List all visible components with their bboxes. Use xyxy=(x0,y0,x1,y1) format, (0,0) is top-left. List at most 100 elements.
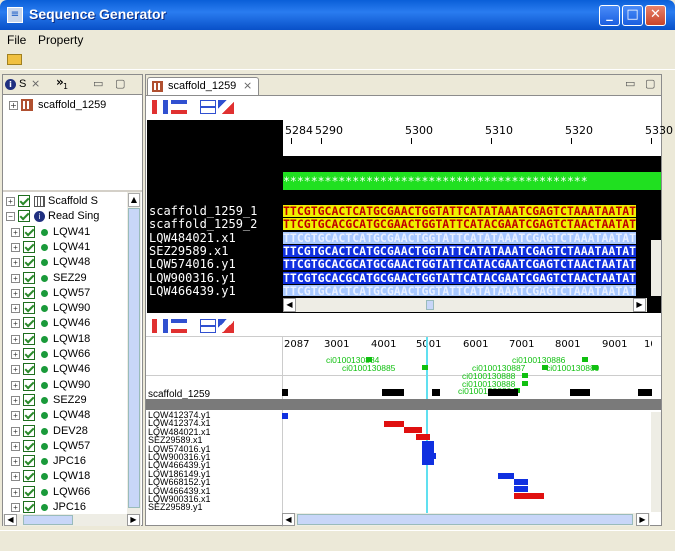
checkbox[interactable] xyxy=(23,424,35,437)
read-bar[interactable] xyxy=(384,421,404,427)
expand-icon[interactable]: + xyxy=(11,288,20,298)
maximize-button[interactable]: □ xyxy=(622,5,643,26)
sequence-row[interactable]: TTCGTGCACTCATGCGAACTGGTATTCATATAAATCGAGT… xyxy=(283,244,637,257)
sequence-name[interactable]: scaffold_1259_1 xyxy=(149,204,257,218)
scroll-right-icon[interactable]: ▶ xyxy=(636,513,649,526)
checkbox[interactable] xyxy=(23,363,35,376)
checkbox[interactable] xyxy=(18,210,30,223)
checkbox[interactable] xyxy=(23,348,35,360)
checkbox[interactable] xyxy=(23,393,35,406)
open-folder-icon[interactable] xyxy=(7,54,22,65)
expand-icon[interactable]: + xyxy=(11,441,20,451)
expand-icon[interactable]: + xyxy=(11,365,20,375)
checkbox[interactable] xyxy=(23,470,35,483)
left-tab-label[interactable]: S xyxy=(19,78,26,90)
sequence-name[interactable]: scaffold_1259_2 xyxy=(149,217,257,231)
align-hscrollbar[interactable]: ◀ ▶ xyxy=(283,298,647,312)
checkbox[interactable] xyxy=(18,195,30,207)
maximize-editor-icon[interactable]: ▢ xyxy=(645,77,655,90)
checkbox[interactable] xyxy=(23,302,35,315)
read-bar[interactable] xyxy=(404,427,422,433)
tab-scaffold[interactable]: scaffold_1259 ⨯ xyxy=(147,77,259,95)
read-bar[interactable] xyxy=(282,413,288,419)
minimize-button[interactable]: _ xyxy=(599,5,620,26)
sequence-row[interactable]: TTCGTGCACGCATGCGAACTGGTATTCATACGAATCGAGT… xyxy=(283,218,637,231)
expand-icon[interactable]: + xyxy=(11,503,20,512)
tab-close-icon[interactable]: ⨯ xyxy=(243,79,252,92)
expand-icon[interactable]: − xyxy=(6,212,15,222)
expand-icon[interactable]: + xyxy=(11,227,20,237)
expand-icon[interactable]: + xyxy=(11,319,20,329)
align-both-icon[interactable] xyxy=(171,319,187,333)
maximize-view-icon[interactable]: ▢ xyxy=(115,77,125,90)
scroll-left-icon[interactable]: ◀ xyxy=(283,298,296,312)
tree-row[interactable]: + JPC16 xyxy=(3,500,127,514)
sequence-row[interactable]: TTCGTGCACGCATGCGAACTGGTATTCATACGAATCGAGT… xyxy=(283,271,637,284)
sequence-row[interactable]: TTCGTGCACTCATGCGAACTGGTATTCATATAAATCGAGT… xyxy=(283,284,637,296)
scroll-left-icon[interactable]: ◀ xyxy=(282,513,295,526)
tree-hscrollbar[interactable]: ◀ ▶ xyxy=(3,514,141,526)
read-bar[interactable] xyxy=(514,486,528,492)
overview-hscrollbar[interactable]: ◀ ▶ xyxy=(282,513,650,526)
position-cursor[interactable] xyxy=(426,337,428,513)
expand-icon[interactable]: + xyxy=(11,426,20,436)
checkbox[interactable] xyxy=(23,409,35,422)
checkbox[interactable] xyxy=(23,439,35,452)
expand-icon[interactable]: + xyxy=(11,334,20,344)
checkbox[interactable] xyxy=(23,317,35,330)
minimize-editor-icon[interactable]: ▭ xyxy=(625,77,635,90)
expand-icon[interactable]: + xyxy=(11,457,20,467)
menu-property[interactable]: Property xyxy=(38,33,83,47)
scroll-up-icon[interactable]: ▲ xyxy=(128,193,140,207)
zoom-detail-icon[interactable] xyxy=(218,100,234,114)
expand-icon[interactable]: + xyxy=(9,101,18,110)
align-left-icon[interactable] xyxy=(152,100,168,114)
sequence-name[interactable]: SEZ29589.x1 xyxy=(149,244,228,258)
expand-icon[interactable]: + xyxy=(11,304,20,314)
align-both-icon[interactable] xyxy=(171,100,187,114)
read-bar[interactable] xyxy=(416,434,430,440)
close-button[interactable]: ✕ xyxy=(645,5,666,26)
read-bar[interactable] xyxy=(514,493,544,499)
tab-close-icon[interactable]: ⨯ xyxy=(31,77,40,90)
expand-icon[interactable]: + xyxy=(11,411,20,421)
read-bar[interactable] xyxy=(422,459,434,465)
checkbox[interactable] xyxy=(23,286,35,299)
checkbox[interactable] xyxy=(23,485,35,498)
expand-icon[interactable]: + xyxy=(11,380,20,390)
sequence-row[interactable]: TTCGTGCACTCATGCGAACTGGTATTCATATAAATCGAGT… xyxy=(283,205,637,217)
checkbox[interactable] xyxy=(23,501,35,513)
sequence-row[interactable]: TTCGTGCACTCATGCGAACTGGTATTCATATAAATCGAGT… xyxy=(283,231,637,244)
checkbox[interactable] xyxy=(23,455,35,468)
scroll-left-icon[interactable]: ◀ xyxy=(4,514,17,526)
expand-icon[interactable]: + xyxy=(6,197,15,206)
minimize-view-icon[interactable]: ▭ xyxy=(93,77,103,90)
tree-vscrollbar[interactable]: ▲ xyxy=(127,192,141,514)
read-bar[interactable] xyxy=(514,479,528,485)
expand-icon[interactable]: + xyxy=(11,273,20,283)
sequence-row[interactable]: TTCGTGCACGCATGCGAACTGGTATTCATACGAATCGAGT… xyxy=(283,258,637,271)
zoom-fit-icon[interactable] xyxy=(200,100,216,114)
zoom-fit-icon[interactable] xyxy=(200,319,216,333)
menu-file[interactable]: File xyxy=(7,33,26,47)
align-left-icon[interactable] xyxy=(152,319,168,333)
align-vscrollbar[interactable] xyxy=(651,240,661,296)
overview-vscrollbar[interactable] xyxy=(651,412,661,512)
sequence-name[interactable]: LQW900316.y1 xyxy=(149,271,236,285)
checkbox[interactable] xyxy=(23,332,35,345)
checkbox[interactable] xyxy=(23,271,35,284)
expand-icon[interactable]: + xyxy=(11,487,20,497)
expand-icon[interactable]: + xyxy=(11,350,20,359)
sequence-name[interactable]: LQW574016.y1 xyxy=(149,257,236,271)
tree-item-scaffold[interactable]: scaffold_1259 xyxy=(38,99,106,111)
expand-icon[interactable]: + xyxy=(11,472,20,482)
expand-icon[interactable]: + xyxy=(11,242,20,252)
scroll-right-icon[interactable]: ▶ xyxy=(127,514,140,526)
read-bar[interactable] xyxy=(498,473,514,479)
sequence-name[interactable]: LQW484021.x1 xyxy=(149,231,236,245)
h-scroll-thumb[interactable] xyxy=(23,515,73,525)
checkbox[interactable] xyxy=(23,256,35,269)
sequence-name[interactable]: LQW466439.y1 xyxy=(149,284,236,298)
scroll-thumb[interactable] xyxy=(128,208,140,508)
checkbox[interactable] xyxy=(23,378,35,391)
